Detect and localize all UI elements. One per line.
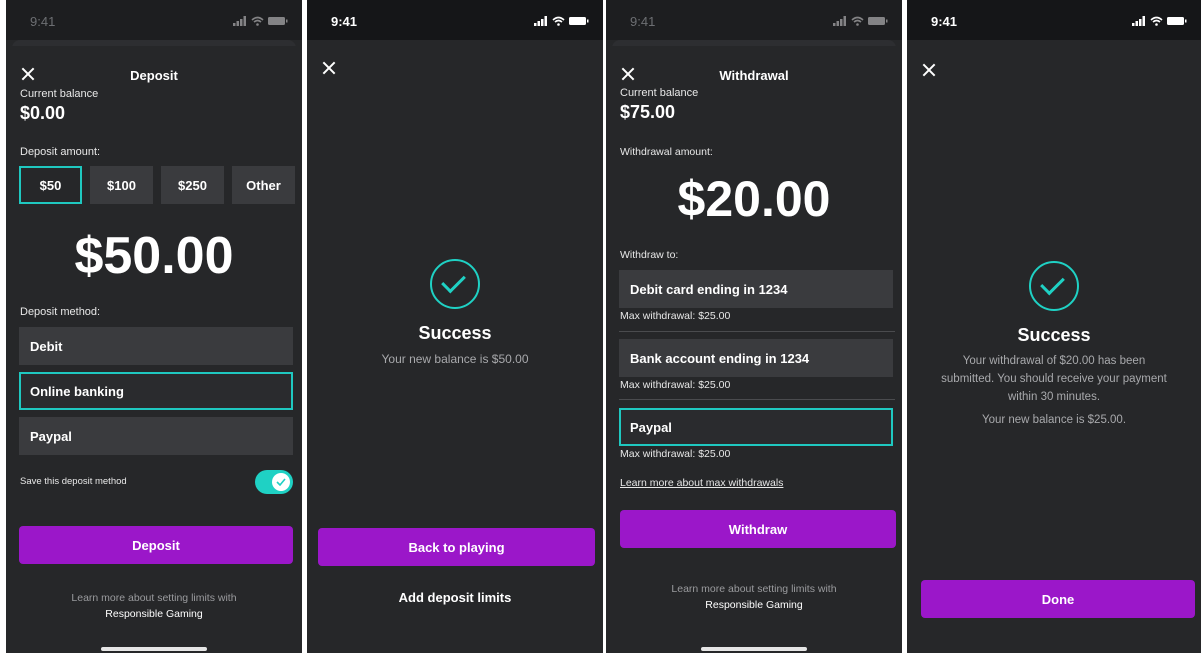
footer-text: Learn more about setting limits with bbox=[71, 592, 237, 604]
footer-text: Learn more about setting limits with bbox=[671, 583, 837, 595]
status-bar: 9:41 bbox=[606, 0, 902, 40]
max-withdrawal-paypal: Max withdrawal: $25.00 bbox=[620, 448, 731, 460]
wifi-icon bbox=[251, 16, 264, 26]
withdrawal-screen: 9:41 Withdrawal Current balance $75.00 W… bbox=[606, 0, 902, 653]
deposit-button[interactable]: Deposit bbox=[19, 526, 293, 564]
success-message-line: within 30 minutes. bbox=[1007, 391, 1101, 403]
amount-option-50[interactable]: $50 bbox=[19, 166, 82, 204]
account-paypal[interactable]: Paypal bbox=[619, 408, 893, 446]
withdraw-to-label: Withdraw to: bbox=[620, 249, 679, 261]
account-debit-card[interactable]: Debit card ending in 1234 bbox=[619, 270, 893, 308]
responsible-gaming-link[interactable]: Responsible Gaming bbox=[606, 597, 902, 613]
wifi-icon bbox=[851, 16, 864, 26]
add-deposit-limits-button[interactable]: Add deposit limits bbox=[307, 590, 603, 605]
signal-icon bbox=[1132, 16, 1145, 26]
account-bank[interactable]: Bank account ending in 1234 bbox=[619, 339, 893, 377]
system-icons bbox=[833, 16, 888, 26]
amount-options: $50 $100 $250 Other bbox=[19, 166, 295, 204]
success-check-icon bbox=[430, 259, 480, 309]
save-method-toggle[interactable] bbox=[255, 470, 293, 494]
amount-option-250[interactable]: $250 bbox=[161, 166, 224, 204]
deposit-title: Deposit bbox=[130, 68, 178, 83]
status-bar: 9:41 bbox=[907, 0, 1201, 40]
amount-option-other[interactable]: Other bbox=[232, 166, 295, 204]
close-icon[interactable] bbox=[921, 62, 937, 78]
success-new-balance: Your new balance is $25.00. bbox=[981, 414, 1127, 426]
back-to-playing-button[interactable]: Back to playing bbox=[318, 528, 595, 566]
amount-label: Withdrawal amount: bbox=[620, 146, 713, 158]
signal-icon bbox=[233, 16, 246, 26]
battery-icon bbox=[1167, 17, 1187, 25]
system-icons bbox=[1132, 16, 1187, 26]
close-icon[interactable] bbox=[321, 60, 337, 76]
done-button[interactable]: Done bbox=[921, 580, 1195, 618]
battery-icon bbox=[569, 17, 589, 25]
signal-icon bbox=[833, 16, 846, 26]
success-message-line: submitted. You should receive your payme… bbox=[941, 373, 1167, 385]
system-icons bbox=[233, 16, 288, 26]
battery-icon bbox=[868, 17, 888, 25]
max-withdrawal-bank: Max withdrawal: $25.00 bbox=[620, 379, 731, 391]
learn-more-max-link[interactable]: Learn more about max withdrawals bbox=[620, 477, 783, 489]
home-indicator bbox=[101, 647, 207, 651]
deposit-success-screen: 9:41 Success Your new balance is $50.00 … bbox=[307, 0, 603, 653]
success-message: Your withdrawal of $20.00 has been submi… bbox=[907, 352, 1201, 429]
system-icons bbox=[534, 16, 589, 26]
divider bbox=[619, 331, 895, 332]
toggle-knob bbox=[272, 473, 290, 491]
amount-label: Deposit amount: bbox=[20, 146, 101, 158]
divider bbox=[619, 399, 895, 400]
battery-icon bbox=[268, 17, 288, 25]
save-method-label: Save this deposit method bbox=[20, 476, 127, 487]
method-paypal[interactable]: Paypal bbox=[19, 417, 293, 455]
balance-value: $75.00 bbox=[620, 102, 676, 122]
max-withdrawal-debit: Max withdrawal: $25.00 bbox=[620, 310, 731, 322]
wifi-icon bbox=[1150, 16, 1163, 26]
method-online-banking[interactable]: Online banking bbox=[19, 372, 293, 410]
footer-note: Learn more about setting limits with Res… bbox=[6, 590, 302, 622]
footer-note: Learn more about setting limits with Res… bbox=[606, 581, 902, 613]
status-time: 9:41 bbox=[30, 14, 56, 29]
check-icon bbox=[276, 478, 286, 486]
success-sheet bbox=[907, 40, 1201, 653]
balance-value: $0.00 bbox=[20, 103, 66, 123]
withdraw-button[interactable]: Withdraw bbox=[620, 510, 896, 548]
success-title: Success bbox=[418, 323, 492, 343]
status-bar: 9:41 bbox=[6, 0, 302, 40]
success-title: Success bbox=[1017, 325, 1091, 345]
withdrawal-title: Withdrawal bbox=[719, 68, 789, 83]
wifi-icon bbox=[552, 16, 565, 26]
method-debit[interactable]: Debit bbox=[19, 327, 293, 365]
amount-option-100[interactable]: $100 bbox=[90, 166, 153, 204]
status-time: 9:41 bbox=[630, 14, 656, 29]
status-time: 9:41 bbox=[931, 14, 958, 29]
success-message: Your new balance is $50.00 bbox=[381, 352, 529, 366]
success-message-line: Your withdrawal of $20.00 has been bbox=[962, 355, 1146, 367]
status-bar: 9:41 bbox=[307, 0, 603, 40]
deposit-amount-display: $50.00 bbox=[74, 227, 234, 285]
deposit-screen: 9:41 Deposit Current balance $0.00 Depos… bbox=[6, 0, 302, 653]
signal-icon bbox=[534, 16, 547, 26]
responsible-gaming-link[interactable]: Responsible Gaming bbox=[6, 606, 302, 622]
balance-label: Current balance bbox=[620, 87, 699, 99]
status-time: 9:41 bbox=[331, 14, 358, 29]
withdrawal-success-screen: 9:41 Success Your withdrawal of $20.00 h… bbox=[907, 0, 1201, 653]
balance-label: Current balance bbox=[20, 88, 99, 100]
success-check-icon bbox=[1029, 261, 1079, 311]
home-indicator bbox=[701, 647, 807, 651]
withdrawal-amount-display: $20.00 bbox=[677, 171, 831, 227]
method-label: Deposit method: bbox=[20, 306, 101, 318]
